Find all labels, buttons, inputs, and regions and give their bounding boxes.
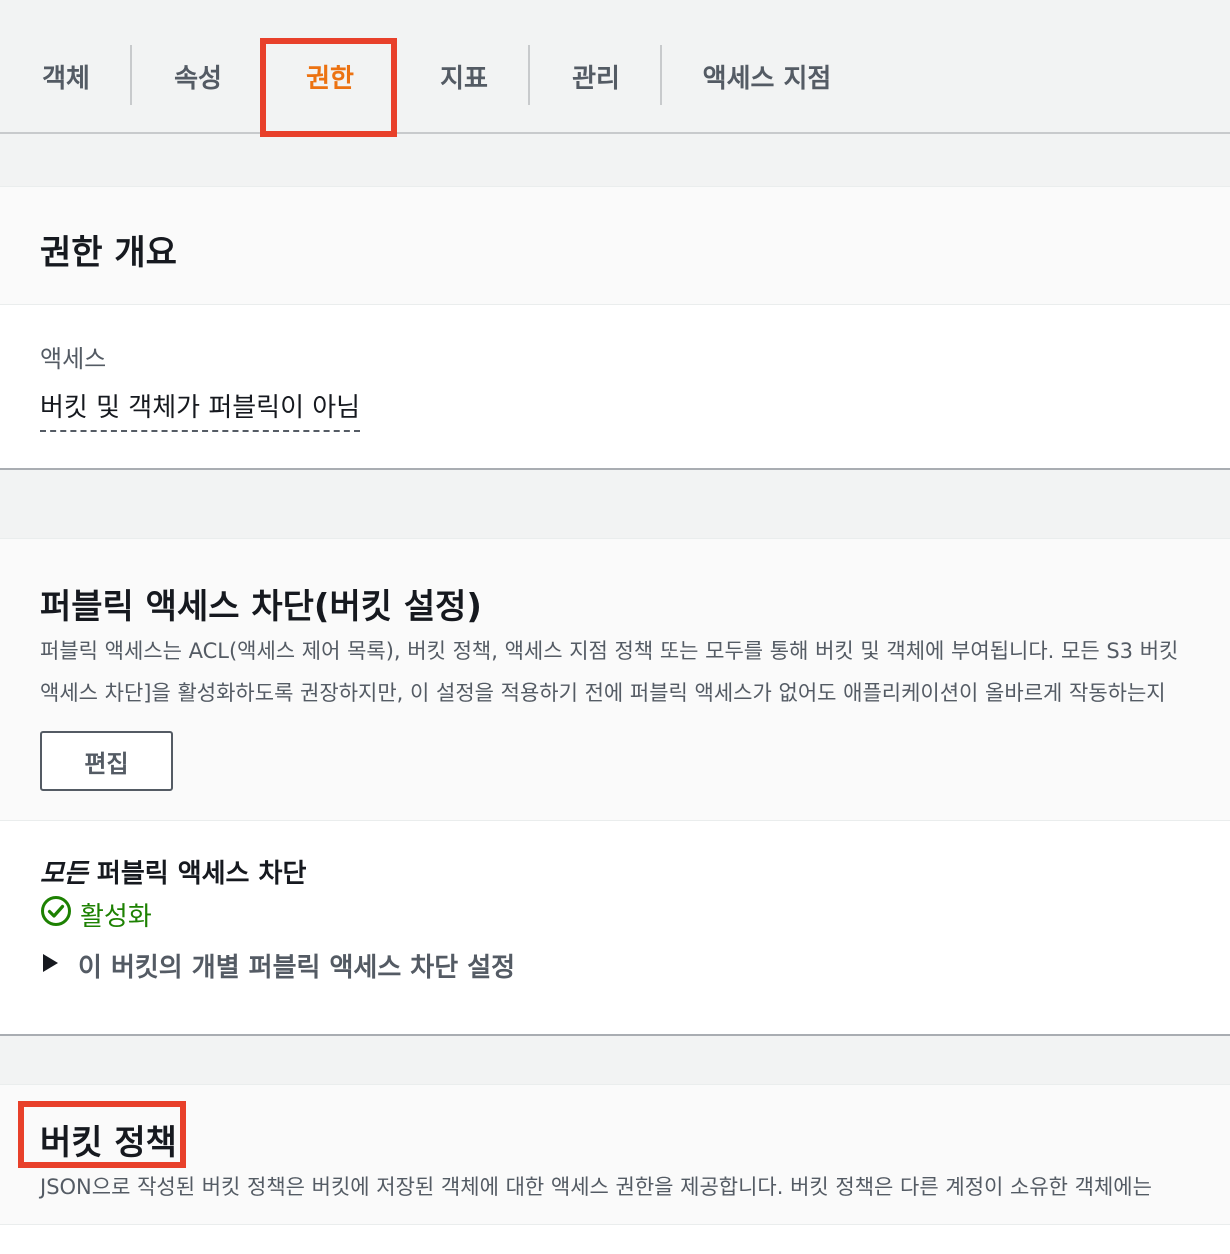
tab-permissions[interactable]: 권한	[264, 38, 396, 134]
access-value[interactable]: 버킷 및 객체가 퍼블릭이 아님	[40, 387, 361, 432]
caret-right-icon	[40, 951, 60, 981]
edit-button[interactable]: 편집	[40, 731, 173, 791]
panel-description: 퍼블릭 액세스는 ACL(액세스 제어 목록), 버킷 정책, 액세스 지점 정…	[40, 639, 1179, 663]
panel-title: 권한 개요	[40, 233, 177, 273]
access-label: 액세스	[40, 345, 107, 373]
tab-objects[interactable]: 객체	[0, 38, 132, 134]
check-circle-icon	[40, 895, 72, 934]
panel-header: 버킷 정책 JSON으로 작성된 버킷 정책은 버킷에 저장된 객체에 대한 액…	[0, 1085, 1230, 1225]
individual-settings-expander[interactable]: 이 버킷의 개별 퍼블릭 액세스 차단 설정	[40, 947, 515, 984]
panel-description: JSON으로 작성된 버킷 정책은 버킷에 저장된 객체에 대한 액세스 권한을…	[40, 1175, 1152, 1199]
panel-header: 권한 개요	[0, 187, 1230, 305]
permissions-overview-panel: 권한 개요 액세스 버킷 및 객체가 퍼블릭이 아님	[0, 186, 1230, 468]
tab-metrics[interactable]: 지표	[398, 38, 530, 134]
panel-header: 퍼블릭 액세스 차단(버킷 설정) 퍼블릭 액세스는 ACL(액세스 제어 목록…	[0, 539, 1230, 821]
status-label: 활성화	[80, 902, 152, 932]
panel-title: 퍼블릭 액세스 차단(버킷 설정)	[40, 587, 482, 627]
tab-bar: 객체 속성 권한 지표 관리 액세스 지점	[0, 0, 1230, 134]
expander-label: 이 버킷의 개별 퍼블릭 액세스 차단 설정	[78, 953, 516, 983]
panel-description: 액세스 차단]을 활성화하도록 권장하지만, 이 설정을 적용하기 전에 퍼블릭…	[40, 681, 1166, 705]
bucket-policy-panel: 버킷 정책 JSON으로 작성된 버킷 정책은 버킷에 저장된 객체에 대한 액…	[0, 1084, 1230, 1254]
status-enabled: 활성화	[40, 895, 152, 934]
tab-access-points[interactable]: 액세스 지점	[662, 38, 872, 134]
tab-properties[interactable]: 속성	[132, 38, 264, 134]
label-text: 퍼블릭 액세스 차단	[87, 859, 307, 889]
emphasis-text: 모든	[40, 859, 88, 889]
block-public-access-panel: 퍼블릭 액세스 차단(버킷 설정) 퍼블릭 액세스는 ACL(액세스 제어 목록…	[0, 538, 1230, 1034]
tab-management[interactable]: 관리	[530, 38, 662, 134]
panel-title: 버킷 정책	[40, 1123, 177, 1163]
block-all-public-access-label: 모든 퍼블릭 액세스 차단	[40, 853, 306, 890]
